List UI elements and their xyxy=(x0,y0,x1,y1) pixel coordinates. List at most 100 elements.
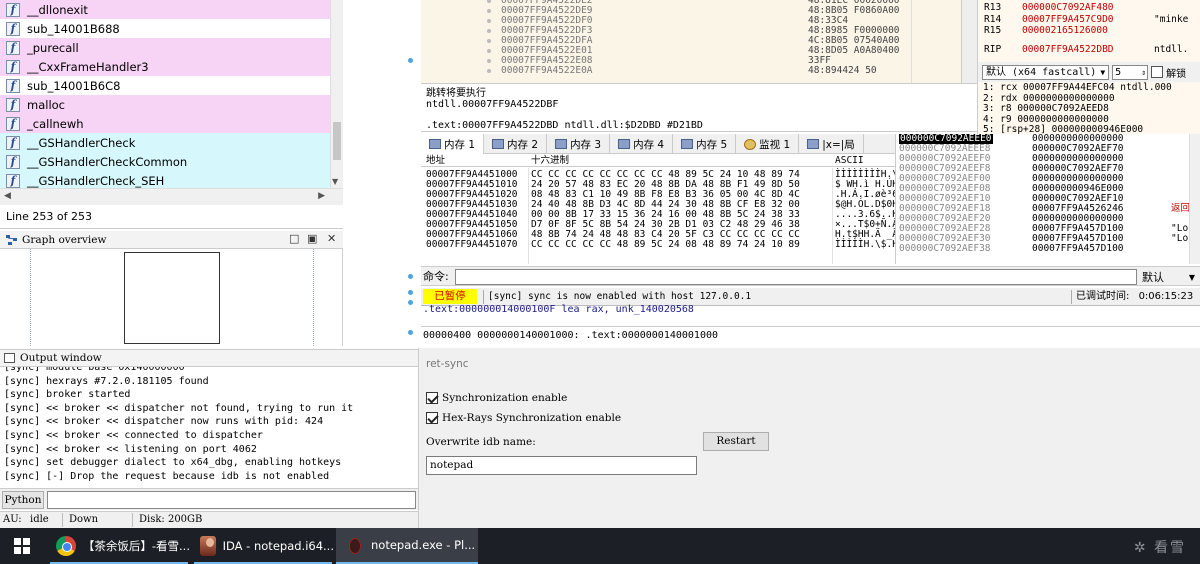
graph-viewport[interactable] xyxy=(124,252,220,344)
function-icon: f xyxy=(6,97,20,112)
command-input[interactable] xyxy=(455,269,1137,285)
argument-row[interactable]: 1: rcx 00007FF9A44EFC04 ntdll.000 xyxy=(983,82,1200,94)
hexrays-sync-checkbox[interactable]: Hex-Rays Synchronization enable xyxy=(426,412,621,424)
function-list-item[interactable]: f sub_14001B688 xyxy=(0,19,342,38)
tab-内存-1[interactable]: 内存 1 xyxy=(421,134,485,154)
tab-|x=|局[interactable]: |x=|局 xyxy=(799,134,864,154)
locals-icon xyxy=(807,139,820,149)
calling-convention-bar: 默认 (x64 fastcall) ▼ 5 ⇕ 解锁 xyxy=(977,62,1200,82)
register-row[interactable]: RIP 00007FF9A4522DBD ntdll. xyxy=(984,44,1199,55)
stack-scrollbar[interactable] xyxy=(1189,134,1200,264)
memory-icon xyxy=(618,139,631,149)
output-window-title: Output window xyxy=(20,352,102,364)
registers-view[interactable]: R13 000000C7092AF480 R14 00007FF9A457C9D0 "m… xyxy=(977,0,1200,62)
splitter-area xyxy=(343,0,421,346)
disassembly-scrollbar[interactable] xyxy=(961,0,977,83)
ida-icon xyxy=(200,536,216,556)
tab-内存-4[interactable]: 内存 4 xyxy=(610,134,674,154)
log-line: [sync] broker started xyxy=(4,389,131,401)
breakpoint-dot-icon[interactable] xyxy=(487,29,491,33)
python-input[interactable] xyxy=(47,491,416,509)
function-icon: f xyxy=(6,135,20,150)
spinner-arrows-icon: ⇕ xyxy=(1141,67,1147,77)
ida-disassembly-behind: .text:000000014000100F lea rax, unk_1400… xyxy=(421,304,1200,346)
tab-内存-3[interactable]: 内存 3 xyxy=(547,134,611,154)
windows-start-icon[interactable] xyxy=(14,538,30,554)
dock-marker-icon xyxy=(408,290,413,295)
function-list-item[interactable]: f _purecall xyxy=(0,38,342,57)
ret-sync-panel: ret-sync Synchronization enable Hex-Rays… xyxy=(418,348,1200,528)
function-name: sub_14001B6C8 xyxy=(27,78,121,93)
calling-convention-select[interactable]: 默认 (x64 fastcall) ▼ xyxy=(982,64,1110,80)
function-list-hscrollbar[interactable]: ◀ ▶ xyxy=(0,188,343,205)
function-name: __CxxFrameHandler3 xyxy=(27,59,149,74)
memory-tabs: 内存 1 内存 2 内存 3 内存 4 内存 5 监视 1 |x=|局 xyxy=(421,134,895,154)
restart-button[interactable]: Restart xyxy=(703,432,769,451)
argument-row[interactable]: 5: [rsp+28] 000000000946E000 xyxy=(983,124,1200,134)
disassembly-view[interactable]: 00007FF9A4522DE2 48:81EC 00020000 00007FF9… xyxy=(421,0,977,84)
scroll-down-icon[interactable]: ▼ xyxy=(332,177,338,186)
chevron-down-icon: ▼ xyxy=(1100,67,1106,77)
log-line: [sync] set debugger dialect to x64_dbg, … xyxy=(4,457,342,469)
dock-marker-icon xyxy=(408,330,413,335)
python-button[interactable]: Python xyxy=(2,491,44,509)
breakpoint-dot-icon[interactable] xyxy=(487,0,491,3)
scroll-left-icon[interactable]: ◀ xyxy=(4,191,11,201)
unlock-label: 解锁 xyxy=(1166,68,1187,80)
stack-view[interactable]: 000000C7092AEEE0 0000000000000000 000000C7… xyxy=(895,134,1200,264)
log-line: [sync] << broker << listening on port 40… xyxy=(4,443,257,455)
stack-row[interactable]: 000000C7092AEF38 00007FF9A457D100 xyxy=(896,244,1190,254)
overwrite-idb-label: Overwrite idb name: xyxy=(426,436,536,448)
ret-sync-title: ret-sync xyxy=(426,358,469,370)
memory-row[interactable]: 00007FF9A4451070 CC CC CC CC CC 48 89 5C … xyxy=(421,240,895,250)
tab-内存-2[interactable]: 内存 2 xyxy=(484,134,548,154)
unlock-checkbox[interactable] xyxy=(1151,66,1164,78)
breakpoint-dot-icon[interactable] xyxy=(487,69,491,73)
argument-row[interactable]: 3: r8 000000C7092AEED8 xyxy=(983,103,1200,115)
tab-内存-5[interactable]: 内存 5 xyxy=(673,134,737,154)
register-row[interactable]: R14 00007FF9A457C9D0 "minke xyxy=(984,14,1199,25)
restore-icon[interactable]: □ xyxy=(289,232,299,245)
watch-icon xyxy=(744,138,757,150)
window-icon xyxy=(4,353,15,363)
breakpoint-dot-icon[interactable] xyxy=(487,39,491,43)
info-line-2: ntdll.00007FF9A4522DBF xyxy=(426,99,559,110)
arg-count-spinner[interactable]: 5 ⇕ xyxy=(1112,64,1149,80)
register-row[interactable]: R13 000000C7092AF480 xyxy=(984,2,1199,13)
memory-icon xyxy=(492,139,505,149)
function-list-item[interactable]: f _callnewh xyxy=(0,114,342,133)
close-icon[interactable]: ✕ xyxy=(327,232,336,245)
function-list-item[interactable]: f __dllonexit xyxy=(0,0,342,19)
scroll-thumb[interactable] xyxy=(333,122,341,160)
sync-enable-checkbox[interactable]: Synchronization enable xyxy=(426,392,567,404)
memory-dump[interactable]: 00007FF9A4451000 CC CC CC CC CC CC CC CC … xyxy=(421,168,895,264)
output-log[interactable]: [sync] module base 0x140000000 [sync] hex… xyxy=(0,367,418,487)
taskbar-item-chrome[interactable]: 【茶余饭后】-看雪... xyxy=(48,528,190,564)
ida-address-bar: 00000400 0000000140001000: .text:0000000… xyxy=(421,326,1200,344)
memory-header: 地址 十六进制 ASCII xyxy=(421,155,895,167)
function-list-vscrollbar[interactable]: ▼ xyxy=(330,0,343,188)
scroll-right-icon[interactable]: ▶ xyxy=(318,191,325,201)
breakpoint-dot-icon[interactable] xyxy=(487,9,491,13)
debug-time: 已调试时间: 0:06:15:23 xyxy=(1071,290,1193,304)
breakpoint-dot-icon[interactable] xyxy=(487,19,491,23)
taskbar-item-ida[interactable]: IDA - notepad.i64... xyxy=(192,528,334,564)
arguments-view[interactable]: 1: rcx 00007FF9A44EFC04 ntdll.000 2: rdx … xyxy=(977,82,1200,134)
function-list-item[interactable]: f sub_14001B6C8 xyxy=(0,76,342,95)
disassembly-row[interactable]: 00007FF9A4522E0A 48:894424 50 xyxy=(421,66,961,76)
function-name: __GSHandlerCheck_SEH xyxy=(27,173,165,188)
register-row[interactable]: R15 000002165126000 xyxy=(984,25,1199,36)
breakpoint-dot-icon[interactable] xyxy=(487,59,491,63)
taskbar-item-x64dbg[interactable]: notepad.exe - Pl... xyxy=(336,528,478,564)
function-list-item[interactable]: f __GSHandlerCheck xyxy=(0,133,342,152)
float-icon[interactable]: ▣ xyxy=(307,232,317,245)
idb-name-input[interactable]: notepad xyxy=(426,456,697,475)
command-dialect-select[interactable]: 默认 ▼ xyxy=(1139,269,1198,285)
breakpoint-dot-icon[interactable] xyxy=(487,49,491,53)
function-list-item[interactable]: f __GSHandlerCheckCommon xyxy=(0,152,342,171)
function-list-item[interactable]: f malloc xyxy=(0,95,342,114)
log-line: [sync] module base 0x140000000 xyxy=(4,367,185,373)
function-list-item[interactable]: f __CxxFrameHandler3 xyxy=(0,57,342,76)
tab-监视-1[interactable]: 监视 1 xyxy=(736,134,800,154)
status-message: [sync] sync is now enabled with host 127… xyxy=(483,290,751,304)
